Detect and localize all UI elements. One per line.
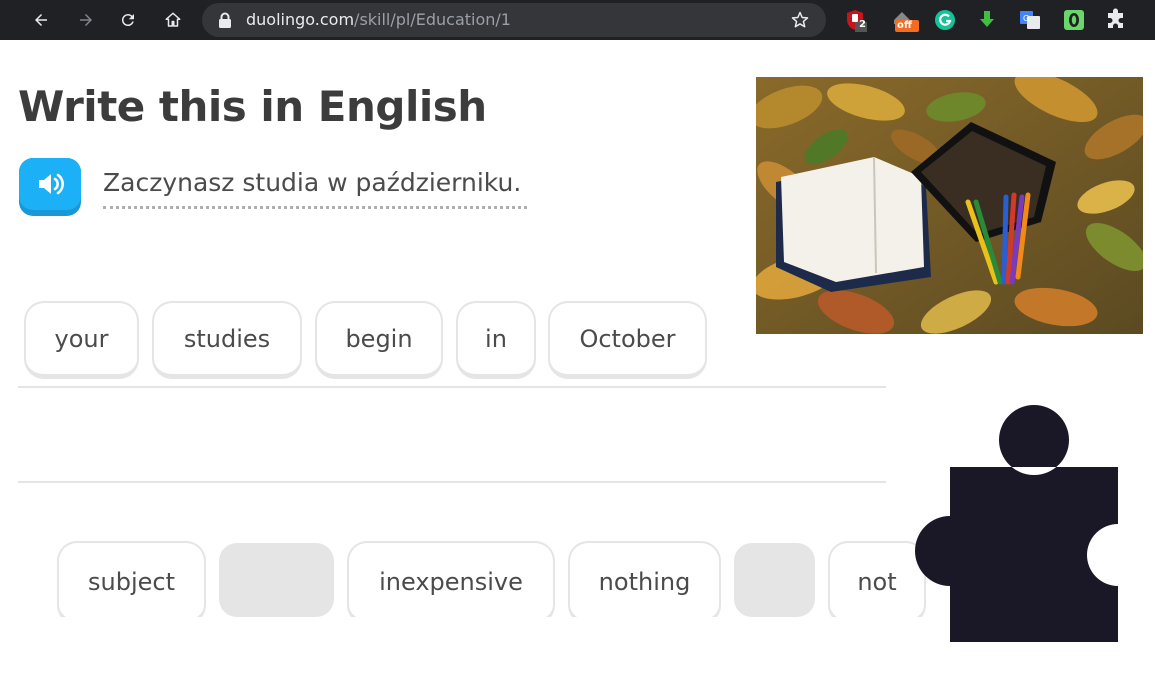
- play-audio-button[interactable]: [19, 158, 81, 216]
- puzzle-piece-icon: [893, 402, 1123, 644]
- reload-icon[interactable]: [113, 5, 143, 35]
- word-bank-tile[interactable]: subject: [57, 541, 206, 617]
- grammarly-icon[interactable]: [933, 8, 957, 32]
- svg-text:G: G: [1023, 14, 1029, 23]
- word-bank-empty-slot: [734, 543, 815, 617]
- lock-icon: [219, 12, 231, 28]
- translate-icon[interactable]: G: [1018, 8, 1042, 32]
- bookmark-star-icon[interactable]: [788, 8, 812, 32]
- answer-tile[interactable]: October: [548, 301, 707, 379]
- download-icon[interactable]: [975, 8, 999, 32]
- ublock-icon[interactable]: 2: [843, 8, 867, 32]
- green-extension-icon[interactable]: [1062, 8, 1086, 32]
- back-arrow-icon[interactable]: [26, 5, 56, 35]
- answer-line-2: [18, 481, 886, 483]
- url-text: duolingo.com/skill/pl/Education/1: [246, 10, 511, 29]
- answer-tile[interactable]: in: [456, 301, 536, 379]
- forward-arrow-icon[interactable]: [71, 5, 101, 35]
- url-host: duolingo.com: [246, 10, 355, 29]
- answer-tile[interactable]: your: [24, 301, 139, 379]
- word-bank-empty-slot: [219, 543, 334, 617]
- address-bar[interactable]: duolingo.com/skill/pl/Education/1: [202, 3, 826, 37]
- url-path: /skill/pl/Education/1: [354, 10, 511, 29]
- lesson-illustration: [756, 77, 1143, 334]
- home-icon[interactable]: [158, 5, 188, 35]
- browser-toolbar: duolingo.com/skill/pl/Education/1 2 off …: [0, 0, 1155, 40]
- prompt-hint-underline: [103, 206, 527, 209]
- ublock-badge: 2: [859, 19, 866, 30]
- word-bank-tile[interactable]: nothing: [568, 541, 721, 617]
- extensions-puzzle-icon[interactable]: [1104, 8, 1128, 32]
- honey-icon[interactable]: off: [890, 8, 920, 32]
- prompt-sentence[interactable]: Zaczynasz studia w październiku.: [103, 168, 521, 197]
- honey-badge: off: [897, 20, 912, 31]
- speaker-icon: [39, 173, 64, 195]
- answer-tile[interactable]: begin: [315, 301, 443, 379]
- exercise-title: Write this in English: [18, 82, 487, 131]
- answer-line-1: [18, 386, 886, 388]
- answer-tile[interactable]: studies: [152, 301, 302, 379]
- word-bank-tile[interactable]: inexpensive: [347, 541, 555, 617]
